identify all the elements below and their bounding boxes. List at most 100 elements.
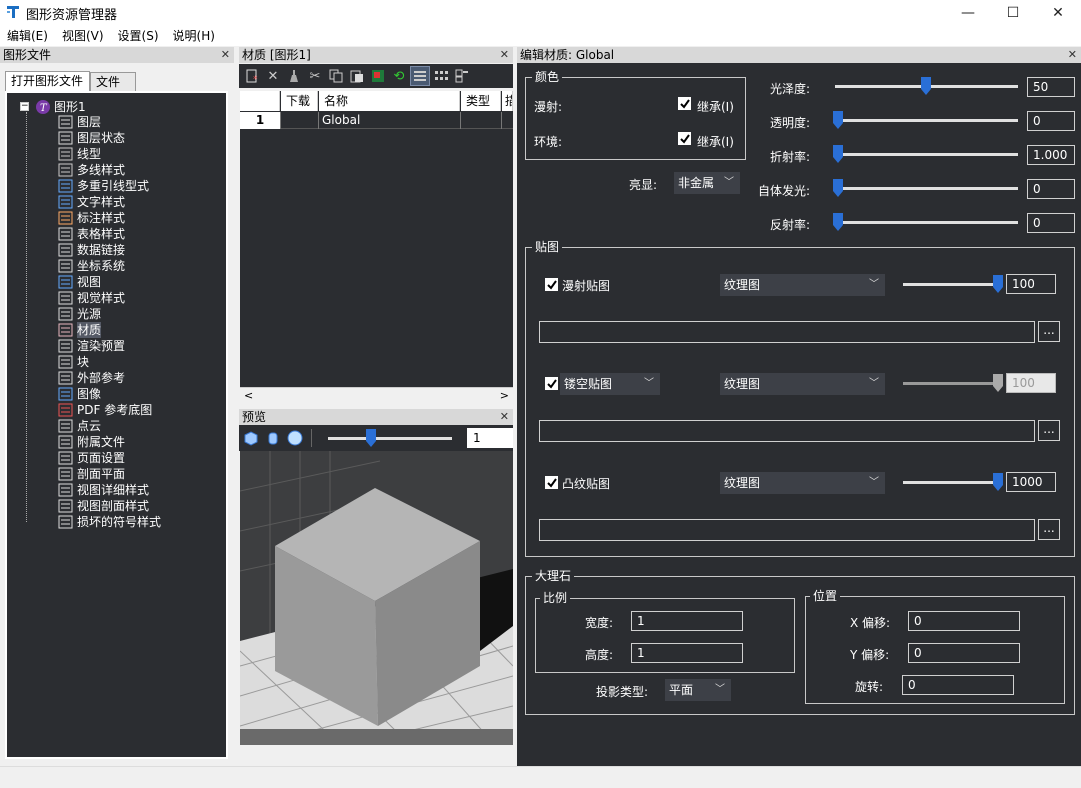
delete-material-icon[interactable]: ✕ — [264, 67, 282, 85]
purge-icon[interactable] — [285, 67, 303, 85]
tree-item[interactable]: 块 — [58, 354, 89, 370]
close-button[interactable]: ✕ — [1035, 0, 1081, 25]
bump-map-slider-thumb[interactable] — [993, 473, 1003, 491]
diffuse-map-path-field[interactable] — [539, 321, 1035, 343]
scroll-right-icon[interactable]: > — [500, 389, 509, 402]
new-material-icon[interactable]: * — [243, 67, 261, 85]
horizontal-scrollbar[interactable]: < > — [240, 387, 513, 404]
tree-item[interactable]: 点云 — [58, 418, 101, 434]
scroll-left-icon[interactable]: < — [244, 389, 253, 402]
detail-view-icon[interactable] — [453, 67, 471, 85]
diffuse-map-checkbox[interactable] — [545, 278, 558, 291]
ambient-inherit-checkbox[interactable] — [678, 132, 691, 145]
paste-icon[interactable] — [348, 67, 366, 85]
y-offset-input[interactable]: 0 — [908, 643, 1020, 663]
diffuse-map-value-input[interactable]: 100 — [1006, 274, 1056, 294]
tree-item[interactable]: 渲染预置 — [58, 338, 125, 354]
menu-settings[interactable]: 设置(S) — [111, 27, 166, 44]
bump-map-checkbox[interactable] — [545, 476, 558, 489]
tree-item[interactable]: 图层 — [58, 114, 101, 130]
preview-close-icon[interactable]: ✕ — [500, 409, 509, 425]
projection-select[interactable]: 平面 ﹀ — [665, 679, 731, 701]
diffuse-inherit-checkbox[interactable] — [678, 97, 691, 110]
tree-item[interactable]: 图像 — [58, 386, 101, 402]
tree-item[interactable]: 数据链接 — [58, 242, 125, 258]
preview-slider-thumb[interactable] — [366, 429, 376, 447]
diffuse-map-slider-thumb[interactable] — [993, 275, 1003, 293]
width-input[interactable]: 1 — [631, 611, 743, 631]
bump-map-path-field[interactable] — [539, 519, 1035, 541]
cylinder-preview-icon[interactable] — [265, 430, 281, 446]
sphere-preview-icon[interactable] — [287, 430, 303, 446]
self-illumination-slider-thumb[interactable] — [833, 179, 843, 197]
reflectivity-slider-track[interactable] — [835, 221, 1018, 224]
opacity-map-checkbox[interactable] — [545, 377, 558, 390]
refraction-index-input[interactable]: 1.000 — [1027, 145, 1075, 165]
menu-edit[interactable]: 编辑(E) — [0, 27, 55, 44]
bump-map-browse-button[interactable]: ... — [1038, 519, 1060, 540]
tree-root-drawing[interactable]: T 图形1 — [35, 98, 86, 115]
highlight-select[interactable]: 非金属 ﹀ — [674, 172, 740, 194]
self-illumination-slider-track[interactable] — [835, 187, 1018, 190]
col-header-download[interactable]: 下载 — [281, 91, 318, 111]
tree-item[interactable]: 视图 — [58, 274, 101, 290]
glossiness-slider-thumb[interactable] — [920, 77, 931, 95]
opacity-slider-thumb[interactable] — [833, 111, 843, 129]
reflectivity-slider-thumb[interactable] — [833, 213, 843, 231]
col-header-desc[interactable]: 描 — [502, 91, 513, 111]
diffuse-map-source-select[interactable]: 纹理图 ﹀ — [720, 274, 885, 296]
edit-material-close-icon[interactable]: ✕ — [1068, 47, 1077, 63]
rotation-input[interactable]: 0 — [902, 675, 1014, 695]
tree-item[interactable]: PDF 参考底图 — [58, 402, 152, 418]
tree-item[interactable]: 文字样式 — [58, 194, 125, 210]
icon-view-icon[interactable] — [432, 67, 450, 85]
opacity-map-type-select[interactable]: 镂空贴图 ﹀ — [560, 373, 660, 395]
tree-item[interactable]: 标注样式 — [58, 210, 125, 226]
tree-item[interactable]: 光源 — [58, 306, 101, 322]
tree-item[interactable]: 线型 — [58, 146, 101, 162]
opacity-map-slider-thumb[interactable] — [993, 374, 1003, 392]
tab-folders[interactable]: 文件夹 — [90, 72, 136, 107]
reflectivity-input[interactable]: 0 — [1027, 213, 1075, 233]
minimize-button[interactable]: — — [945, 0, 991, 25]
opacity-slider-track[interactable] — [835, 119, 1018, 122]
diffuse-map-slider-track[interactable] — [903, 283, 998, 286]
tree-item[interactable]: 多线样式 — [58, 162, 125, 178]
maximize-button[interactable]: ☐ — [990, 0, 1036, 25]
opacity-map-value-input[interactable]: 100 — [1006, 373, 1056, 393]
x-offset-input[interactable]: 0 — [908, 611, 1020, 631]
copy-icon[interactable] — [327, 67, 345, 85]
menu-help[interactable]: 说明(H) — [166, 27, 222, 44]
tree-item[interactable]: 表格样式 — [58, 226, 125, 242]
bump-map-source-select[interactable]: 纹理图 ﹀ — [720, 472, 885, 494]
tree-item[interactable]: 图层状态 — [58, 130, 125, 146]
tree-item[interactable]: 剖面平面 — [58, 466, 125, 482]
panel-close-icon[interactable]: ✕ — [221, 47, 230, 63]
tab-open-drawings[interactable]: 打开图形文件 — [5, 71, 90, 91]
refraction-index-slider-track[interactable] — [835, 153, 1018, 156]
opacity-map-slider-track[interactable] — [903, 382, 998, 385]
cube-preview-icon[interactable] — [243, 430, 259, 446]
table-row[interactable]: 1 Global — [240, 112, 513, 129]
opacity-map-source-select[interactable]: 纹理图 ﹀ — [720, 373, 885, 395]
opacity-map-path-field[interactable] — [539, 420, 1035, 442]
col-header-name[interactable]: 名称 — [319, 91, 460, 111]
tree-item[interactable]: 坐标系统 — [58, 258, 125, 274]
menu-view[interactable]: 视图(V) — [55, 27, 111, 44]
opacity-map-browse-button[interactable]: ... — [1038, 420, 1060, 441]
diffuse-map-browse-button[interactable]: ... — [1038, 321, 1060, 342]
tree-item[interactable]: 视图详细样式 — [58, 482, 149, 498]
tree-item[interactable]: 附属文件 — [58, 434, 125, 450]
refresh-icon[interactable]: ⟲ — [390, 67, 408, 85]
list-view-icon[interactable] — [410, 66, 430, 86]
refraction-index-slider-thumb[interactable] — [833, 145, 843, 163]
tree-item[interactable]: 多重引线型式 — [58, 178, 149, 194]
tree-item[interactable]: 视觉样式 — [58, 290, 125, 306]
preview-value-input[interactable]: 1 — [467, 428, 513, 448]
glossiness-input[interactable]: 50 — [1027, 77, 1075, 97]
apply-material-icon[interactable] — [369, 67, 387, 85]
self-illumination-input[interactable]: 0 — [1027, 179, 1075, 199]
materials-close-icon[interactable]: ✕ — [500, 47, 509, 63]
tree-item[interactable]: 视图剖面样式 — [58, 498, 149, 514]
preview-slider-track[interactable] — [328, 437, 452, 440]
